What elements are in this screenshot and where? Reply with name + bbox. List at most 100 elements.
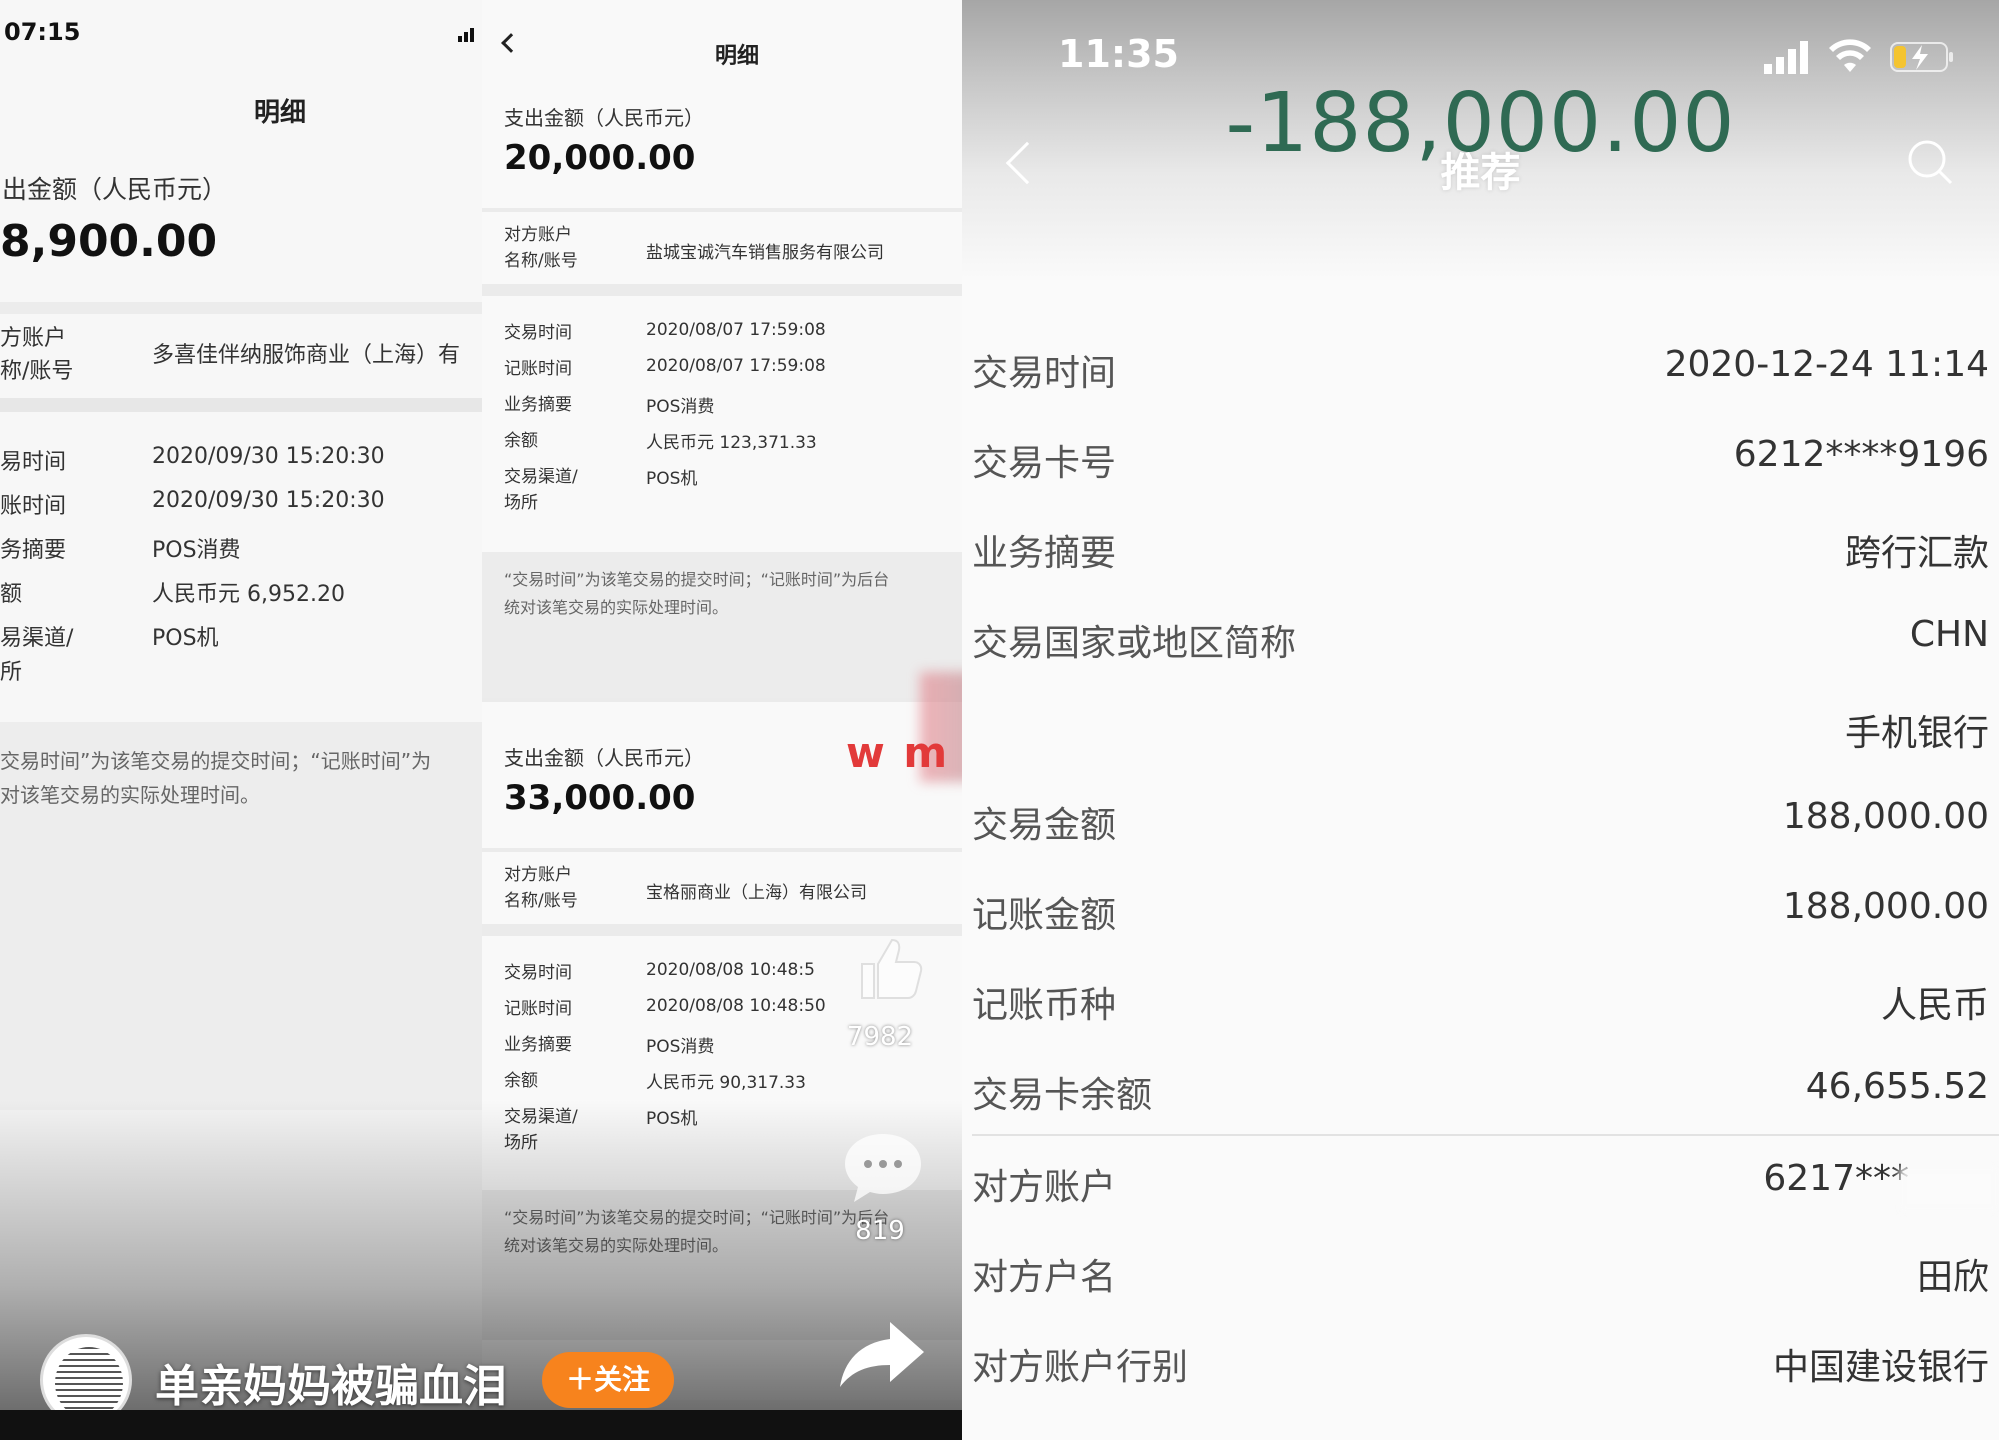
detail-label: 交易渠道/ [504, 1107, 578, 1127]
blurred-account-digits [1899, 1166, 1999, 1212]
detail-label: 交易时间 [504, 963, 572, 983]
detail-label: 对方户名 [972, 1257, 1117, 1298]
detail-row-country: 交易国家或地区简称 CHN [972, 614, 1989, 674]
status-time: 11:35 [1058, 32, 1179, 76]
detail-value: 人民币元 6,952.20 [152, 582, 345, 607]
detail-row-channel: 手机银行 [972, 704, 1989, 764]
detail-value: 188,000.00 [1782, 886, 1989, 927]
detail-value: 2020-12-24 11:14 [1664, 344, 1989, 385]
divider [0, 302, 482, 314]
counterparty-value: 宝格丽商业（上海）有限公司 [646, 883, 867, 903]
counterparty-label-line2: 名称/账号 [504, 251, 578, 271]
detail-value: POS机 [646, 469, 698, 489]
note-line: “交易时间”为该笔交易的提交时间；“记账时间”为后台 [504, 570, 890, 589]
counterparty-label-line2: 称/账号 [0, 359, 74, 384]
watermark-text: w m [846, 728, 950, 777]
detail-value: POS机 [646, 1109, 698, 1129]
battery-charging-icon [1890, 42, 1953, 72]
like-count: 7982 [846, 1022, 914, 1052]
detail-label: 额 [0, 582, 23, 607]
search-icon[interactable] [1906, 138, 1954, 186]
detail-value: 2020/08/08 10:48:50 [646, 996, 826, 1016]
detail-label: 所 [0, 660, 23, 685]
detail-row-posted-amount: 记账金额 188,000.00 [972, 886, 1989, 946]
detail-row-card-number: 交易卡号 6212****9196 [972, 434, 1989, 494]
divider [482, 698, 962, 702]
detail-value: 6212****9196 [1733, 434, 1989, 475]
status-bar-icons [1762, 38, 1982, 78]
divider [0, 398, 482, 412]
thumbs-up-icon [861, 938, 923, 999]
comment-button[interactable] [840, 1128, 926, 1206]
like-button[interactable] [848, 928, 928, 1008]
detail-value: 2020/08/07 17:59:08 [646, 356, 826, 376]
counterparty-label-line2: 名称/账号 [504, 891, 578, 911]
detail-row-transaction-amount: 交易金额 188,000.00 [972, 796, 1989, 856]
detail-value: POS消费 [152, 538, 241, 563]
detail-label: 易时间 [0, 450, 67, 475]
detail-value: 田欣 [1916, 1257, 1989, 1298]
detail-label: 交易时间 [504, 323, 572, 343]
detail-value: 188,000.00 [1782, 796, 1989, 837]
detail-label: 记账时间 [504, 359, 572, 379]
tab-recommend[interactable]: 推荐 [962, 140, 1999, 198]
detail-label: 交易时间 [972, 353, 1117, 394]
detail-label: 场所 [504, 1133, 538, 1153]
follow-button[interactable]: ＋关注 [542, 1352, 674, 1408]
signal-icon [458, 26, 478, 42]
counterparty-label-line1: 对方账户 [504, 225, 572, 245]
counterparty-value: 盐城宝诚汽车销售服务有限公司 [646, 243, 884, 263]
counterparty-label-line1: 方账户 [0, 326, 67, 351]
counterparty-label: 方账户 称/账号 [0, 322, 73, 388]
note-text: “交易时间”为该笔交易的提交时间；“记账时间”为后台 统对该笔交易的实际处理时间… [504, 566, 962, 622]
detail-value: 2020/08/07 17:59:08 [646, 320, 826, 340]
share-button[interactable] [838, 1318, 928, 1390]
counterparty-label-line1: 对方账户 [504, 865, 572, 885]
detail-label: 交易卡余额 [972, 1075, 1153, 1116]
share-arrow-icon [840, 1322, 924, 1387]
detail-label: 业务摘要 [504, 395, 572, 415]
counterparty-label: 对方账户 名称/账号 [504, 222, 578, 274]
detail-label: 务摘要 [0, 538, 67, 563]
detail-value: 6217*** [1763, 1158, 1909, 1199]
detail-row-counterparty-account: 对方账户 6217*** [972, 1158, 1989, 1218]
detail-row-card-balance: 交易卡余额 46,655.52 [972, 1066, 1989, 1126]
detail-label: 交易渠道/ [504, 467, 578, 487]
divider [482, 284, 962, 296]
detail-value: 中国建设银行 [1772, 1347, 1989, 1388]
detail-label: 业务摘要 [972, 533, 1117, 574]
detail-value: 跨行汇款 [1844, 533, 1989, 574]
detail-value: POS消费 [646, 397, 715, 417]
transaction-detail-screen: 11:35 -188,000.00 推荐 交易时间 2020-12-24 11:… [962, 0, 1999, 1440]
status-time: 07:15 [4, 18, 81, 46]
detail-label: 交易金额 [972, 805, 1117, 846]
detail-row-currency: 记账币种 人民币 [972, 976, 1989, 1036]
detail-value: 手机银行 [1844, 713, 1989, 754]
detail-row-counterparty-bank: 对方账户行别 中国建设银行 [972, 1338, 1989, 1398]
statement-screenshot-a: 07:15 明细 出金额（人民币元） 8,900.00 方账户 称/账号 多喜佳… [0, 0, 482, 1110]
video-bottom-bar [0, 1410, 962, 1440]
note-line: 统对该笔交易的实际处理时间。 [504, 598, 729, 617]
amount-value: 33,000.00 [504, 778, 696, 818]
amount-label: 出金额（人民币元） [2, 175, 228, 204]
amount-label: 支出金额（人民币元） [504, 106, 704, 130]
detail-label: 余额 [504, 431, 538, 451]
comment-bubble-icon [845, 1134, 921, 1202]
detail-label: 对方账户行别 [972, 1347, 1189, 1388]
counterparty-value: 多喜佳伴纳服饰商业（上海）有 [152, 343, 461, 368]
amount-label: 支出金额（人民币元） [504, 746, 704, 770]
video-player[interactable]: 07:15 明细 出金额（人民币元） 8,900.00 方账户 称/账号 多喜佳… [0, 0, 962, 1440]
counterparty-label: 对方账户 名称/账号 [504, 862, 578, 914]
video-title: 单亲妈妈被骗血泪 [155, 1361, 507, 1412]
note-line: 对该笔交易的实际处理时间。 [0, 783, 260, 807]
detail-label: 业务摘要 [504, 1035, 572, 1055]
detail-label: 对方账户 [972, 1167, 1117, 1208]
divider [482, 208, 962, 212]
detail-label: 交易卡号 [972, 443, 1117, 484]
detail-value: 2020/09/30 15:20:30 [152, 488, 385, 513]
page-title: 明细 [714, 44, 759, 69]
detail-value: POS消费 [646, 1037, 715, 1057]
page-title: 明细 [253, 98, 306, 128]
detail-label: 记账金额 [972, 895, 1117, 936]
detail-label: 记账时间 [504, 999, 572, 1019]
